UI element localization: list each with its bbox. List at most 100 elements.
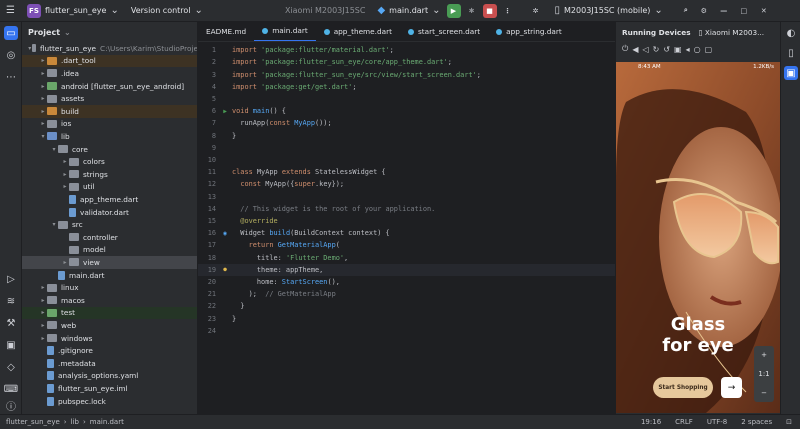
run-button[interactable]: ▶ — [446, 3, 461, 18]
device-tab[interactable]: ▯ Xiaomi M2003... — [699, 28, 765, 37]
volume-down-icon[interactable]: ◁ — [642, 45, 648, 54]
tree-item[interactable]: ▸ util — [22, 181, 197, 194]
editor-tab[interactable]: start_screen.dart — [400, 22, 488, 41]
problems-icon[interactable]: ⓘ — [4, 398, 18, 413]
editor-tab[interactable]: EADME.md — [198, 22, 254, 41]
editor-tab-label: app_string.dart — [506, 27, 562, 36]
code-token: 'package:flutter/material.dart' — [261, 46, 390, 55]
diamond-icon[interactable]: ◇ — [4, 360, 18, 374]
line-number: 12 — [207, 180, 216, 189]
device-menu[interactable]: ▯ M2003J15SC (mobile) ⌄ — [549, 5, 669, 16]
close-icon[interactable]: ✕ — [757, 4, 771, 18]
tree-item[interactable]: ▸ assets — [22, 92, 197, 105]
zoom-in-button[interactable]: + — [761, 351, 767, 359]
device-selector[interactable]: Xiaomi M2003J15SC — [279, 6, 372, 15]
tree-item[interactable]: ▸ colors — [22, 155, 197, 168]
layers-icon[interactable]: ≋ — [4, 294, 18, 308]
tree-item[interactable]: pubspec.lock — [22, 395, 197, 408]
search-icon[interactable]: ⌕ — [679, 4, 693, 18]
tree-item[interactable]: ▸ build — [22, 105, 197, 118]
more-actions-icon[interactable]: ⋮ — [501, 4, 515, 18]
tree-item[interactable]: ▾ lib — [22, 130, 197, 143]
line-number: 9 — [211, 143, 216, 152]
tree-item[interactable]: validator.dart — [22, 206, 197, 219]
tree-item[interactable]: .gitignore — [22, 344, 197, 357]
rotate-icon[interactable]: ↻ — [653, 45, 660, 54]
hammer-icon[interactable]: ⚒ — [4, 316, 18, 330]
device-manager-icon[interactable]: ▯ — [784, 46, 798, 60]
line-separator[interactable]: CRLF — [675, 418, 693, 426]
terminal-icon[interactable]: ▣ — [4, 338, 18, 352]
line-number: 6 — [211, 107, 216, 116]
indent-setting[interactable]: 2 spaces — [741, 418, 772, 426]
breadcrumb-item[interactable]: lib — [71, 418, 79, 426]
more-tools-icon[interactable]: ⋯ — [4, 70, 18, 84]
power-icon[interactable]: ⏻ — [622, 44, 628, 54]
arrow-right-button[interactable]: → — [721, 377, 742, 398]
gear-icon[interactable]: ⚙ — [697, 4, 711, 18]
tree-item[interactable]: flutter_sun_eye.iml — [22, 382, 197, 395]
tree-item[interactable]: .metadata — [22, 357, 197, 370]
tree-item[interactable]: ▸ view — [22, 256, 197, 269]
volume-up-icon[interactable]: ◀ — [632, 45, 638, 54]
tree-item[interactable]: app_theme.dart — [22, 193, 197, 206]
editor: EADME.md main.dart app_theme.dart start_scr… — [198, 22, 615, 414]
editor-tab[interactable]: app_theme.dart — [316, 22, 400, 41]
console-icon[interactable]: ⌨ — [4, 382, 18, 396]
back-icon[interactable]: ◂ — [686, 45, 690, 54]
tree-item[interactable]: analysis_options.yaml — [22, 370, 197, 383]
breadcrumb-item[interactable]: main.dart — [90, 418, 124, 426]
tree-item[interactable]: ▸ web — [22, 319, 197, 332]
tree-item[interactable]: ▸ linux — [22, 281, 197, 294]
project-panel-header[interactable]: Project ⌄ — [22, 22, 197, 42]
file-encoding[interactable]: UTF-8 — [707, 418, 727, 426]
running-devices-icon[interactable]: ▣ — [784, 66, 798, 80]
tree-item[interactable]: ▾ src — [22, 218, 197, 231]
minimize-icon[interactable]: — — [717, 4, 731, 18]
tree-item[interactable]: ▾ flutter_sun_eye C:\Users\Karim\StudioPro… — [22, 42, 197, 55]
notifications-icon[interactable]: ◐ — [784, 26, 798, 40]
zoom-reset-button[interactable]: 1:1 — [758, 370, 769, 378]
lock-icon[interactable]: ⊡ — [786, 418, 792, 426]
code-token: 'package:get/get.dart' — [261, 82, 353, 91]
main-menu-button[interactable]: ☰ — [0, 5, 21, 16]
line-number: 2 — [211, 58, 216, 67]
tree-item[interactable]: controller — [22, 231, 197, 244]
caret-position[interactable]: 19:16 — [641, 418, 661, 426]
camera-icon[interactable]: ▣ — [674, 45, 682, 54]
commit-icon[interactable]: ◎ — [4, 48, 18, 62]
tree-item[interactable]: ▸ android [flutter_sun_eye_android] — [22, 80, 197, 93]
tree-item[interactable]: ▸ .dart_tool — [22, 54, 197, 68]
tree-item[interactable]: ▸ strings — [22, 168, 197, 181]
tree-item[interactable]: ▸ test — [22, 306, 197, 320]
vcs-menu[interactable]: Version control ⌄ — [125, 5, 209, 16]
tree-item[interactable]: ▸ macos — [22, 294, 197, 307]
tree-item[interactable]: main.dart — [22, 269, 197, 282]
maximize-icon[interactable]: □ — [737, 4, 751, 18]
home-icon[interactable]: ○ — [694, 45, 701, 54]
debug-icon[interactable]: ✱ — [465, 4, 479, 18]
run-config-selector[interactable]: ◆ main.dart ⌄ — [371, 5, 446, 16]
project-selector[interactable]: FS flutter_sun_eye ⌄ — [21, 3, 125, 18]
breadcrumb-item[interactable]: flutter_sun_eye — [6, 418, 60, 426]
folder-icon[interactable]: ▭ — [4, 26, 18, 40]
run-tool-icon[interactable]: ▷ — [4, 272, 18, 286]
tree-item[interactable]: ▸ windows — [22, 332, 197, 345]
editor-tab[interactable]: app_string.dart — [488, 22, 570, 41]
bug-icon[interactable]: ✲ — [529, 4, 543, 18]
chevron-icon: ▸ — [41, 296, 45, 304]
tree-item[interactable]: ▸ .idea — [22, 67, 197, 80]
tree-item[interactable]: ▾ core — [22, 143, 197, 156]
tree-item-label: analysis_options.yaml — [58, 371, 139, 381]
rotate-right-icon[interactable]: ↺ — [663, 45, 670, 54]
tree-item[interactable]: model — [22, 244, 197, 257]
overview-icon[interactable]: ▢ — [705, 45, 713, 54]
zoom-out-button[interactable]: − — [761, 389, 767, 397]
tree-item[interactable]: ▸ ios — [22, 118, 197, 131]
editor-tab[interactable]: main.dart — [254, 22, 316, 41]
code-token: return — [232, 241, 278, 250]
stop-button[interactable]: ■ — [482, 3, 497, 18]
start-shopping-button[interactable]: Start Shopping — [653, 377, 713, 398]
run-config-label: main.dart — [389, 6, 429, 15]
phone-screen[interactable]: 8:43 AM 1.2KB/s Glass for eye Start Shop… — [616, 62, 780, 413]
